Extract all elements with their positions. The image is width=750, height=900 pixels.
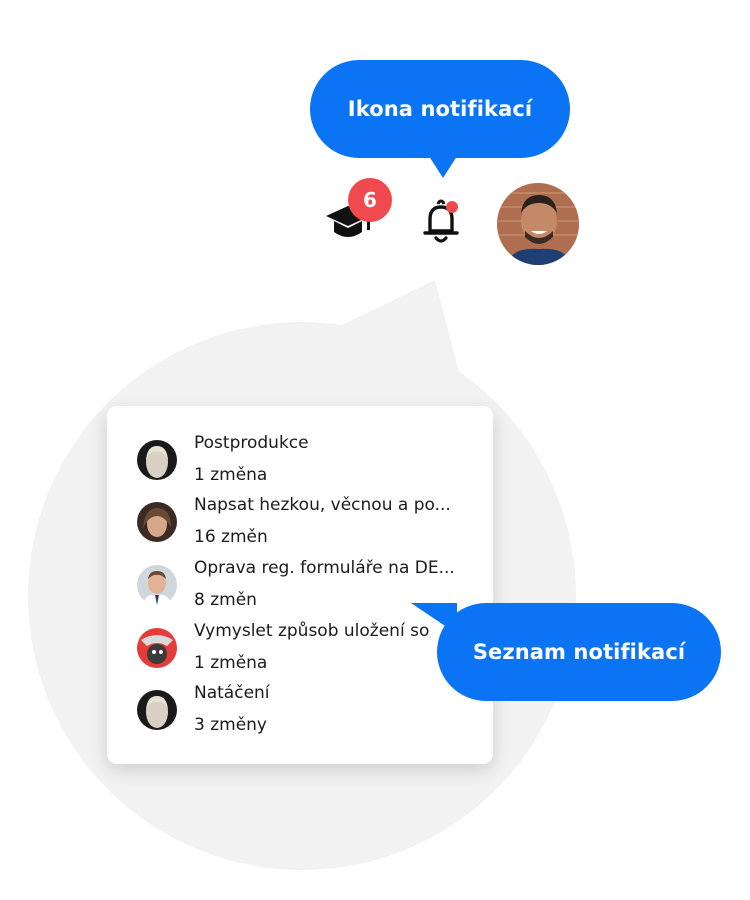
bell-icon[interactable] — [418, 198, 464, 246]
notification-avatar — [137, 628, 177, 668]
course-badge: 6 — [348, 178, 392, 222]
notification-count: 16 změn — [194, 527, 268, 547]
notification-item[interactable]: Napsat hezkou, věcnou a po... 16 změn — [137, 494, 467, 550]
notification-count: 3 změny — [194, 715, 267, 735]
notification-title: Napsat hezkou, věcnou a po... — [194, 495, 451, 515]
notification-avatar — [137, 690, 177, 730]
callout-notification-icon: Ikona notifikací — [310, 60, 570, 158]
unread-dot — [446, 201, 458, 213]
notification-dropdown: Postprodukce 1 změna Napsat hezkou, věcn… — [107, 406, 493, 764]
avatar[interactable] — [497, 183, 579, 265]
notification-item[interactable]: Natáčení 3 změny — [137, 682, 467, 738]
callout-notification-list: Seznam notifikací — [437, 603, 721, 701]
notification-avatar — [137, 565, 177, 605]
course-badge-count: 6 — [363, 188, 377, 212]
notification-title: Postprodukce — [194, 433, 309, 453]
notification-count: 1 změna — [194, 465, 268, 485]
notification-avatar — [137, 502, 177, 542]
callout-notification-icon-pointer — [425, 150, 461, 178]
notification-item[interactable]: Postprodukce 1 změna — [137, 432, 467, 488]
notification-title: Natáčení — [194, 683, 270, 703]
callout-notification-icon-label: Ikona notifikací — [347, 97, 533, 121]
notification-count: 1 změna — [194, 653, 268, 673]
callout-notification-list-label: Seznam notifikací — [472, 640, 686, 664]
notification-count: 8 změn — [194, 590, 257, 610]
notification-avatar — [137, 440, 177, 480]
notification-title: Oprava reg. formuláře na DE... — [194, 558, 455, 578]
